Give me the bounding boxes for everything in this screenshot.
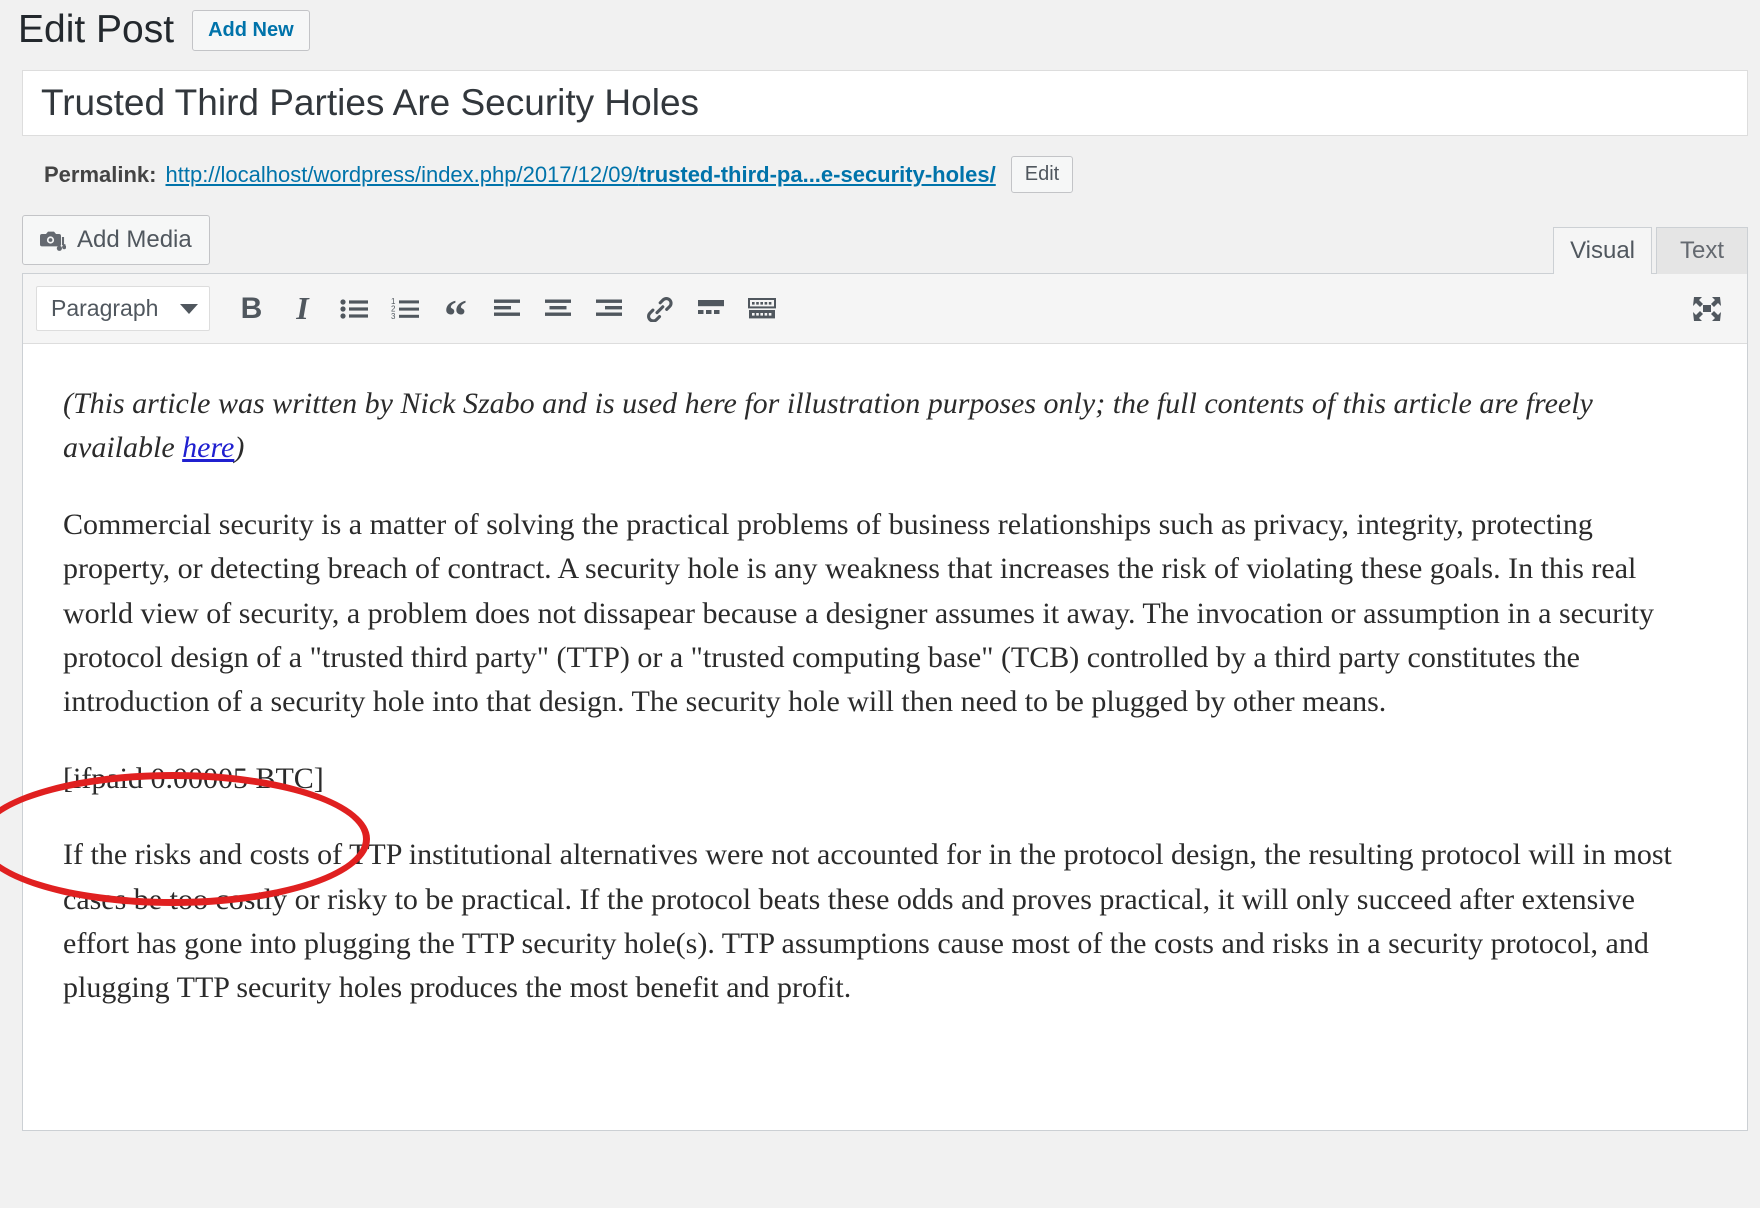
bulleted-list-icon <box>339 297 368 321</box>
page-title: Edit Post <box>18 7 175 51</box>
media-and-tabs-row: Add Media Visual Text <box>22 215 1748 274</box>
page-header: Edit Post Add New <box>0 0 1760 56</box>
align-right-button[interactable] <box>585 285 632 332</box>
permalink-label: Permalink: <box>44 161 157 187</box>
svg-text:3: 3 <box>391 312 396 321</box>
keyboard-toolbar-icon <box>747 297 776 321</box>
toolbar-toggle-button[interactable] <box>738 285 785 332</box>
shortcode-paragraph: [ifpaid 0.00005 BTC] <box>63 761 324 795</box>
add-new-button[interactable]: Add New <box>192 9 310 51</box>
tab-visual[interactable]: Visual <box>1553 227 1652 274</box>
here-link[interactable]: here <box>182 431 234 464</box>
align-left-icon <box>493 297 521 321</box>
read-more-button[interactable] <box>687 285 734 332</box>
post-editor: Paragraph B I 1 2 3 “ (This article was … <box>22 273 1748 1131</box>
post-title-wrapper <box>22 70 1748 136</box>
edit-permalink-button[interactable]: Edit <box>1010 156 1074 193</box>
add-media-label: Add Media <box>77 226 192 253</box>
media-camera-icon <box>40 228 66 252</box>
blockquote-button[interactable]: “ <box>432 278 479 339</box>
body-paragraph-1: Commercial security is a matter of solvi… <box>63 507 1654 719</box>
tab-text[interactable]: Text <box>1656 227 1748 274</box>
insert-link-button[interactable] <box>636 285 683 332</box>
italic-button[interactable]: I <box>279 285 326 332</box>
editor-toolbar: Paragraph B I 1 2 3 “ <box>23 274 1747 344</box>
paragraph-style-value: Paragraph <box>51 295 159 321</box>
post-title-input[interactable] <box>22 70 1748 136</box>
numbered-list-icon: 1 2 3 <box>391 297 419 321</box>
fullscreen-button[interactable] <box>1683 285 1730 332</box>
fullscreen-expand-icon <box>1691 294 1723 324</box>
body-paragraph-2: If the risks and costs of TTP institutio… <box>63 838 1672 1005</box>
align-left-button[interactable] <box>483 285 530 332</box>
editor-mode-tabs: Visual Text <box>1549 227 1748 274</box>
link-chain-icon <box>646 296 674 322</box>
permalink-row: Permalink: http://localhost/wordpress/in… <box>44 156 1760 193</box>
numbered-list-button[interactable]: 1 2 3 <box>381 285 428 332</box>
permalink-slug: trusted-third-pa...e-security-holes/ <box>638 161 996 187</box>
align-center-icon <box>544 297 572 321</box>
post-content-area[interactable]: (This article was written by Nick Szabo … <box>23 344 1747 1130</box>
permalink-base: http://localhost/wordpress/index.php/201… <box>165 161 639 187</box>
intro-text-before-link: (This article was written by Nick Szabo … <box>63 387 1593 465</box>
bold-button[interactable]: B <box>228 285 275 332</box>
align-center-button[interactable] <box>534 285 581 332</box>
chevron-down-icon <box>180 303 198 314</box>
align-right-icon <box>595 297 623 321</box>
bulleted-list-button[interactable] <box>330 285 377 332</box>
permalink-link[interactable]: http://localhost/wordpress/index.php/201… <box>166 162 996 188</box>
intro-text-after-link: ) <box>234 431 245 465</box>
paragraph-style-select[interactable]: Paragraph <box>36 286 210 331</box>
intro-paragraph: (This article was written by Nick Szabo … <box>63 382 1707 471</box>
read-more-icon <box>697 297 725 321</box>
add-media-button[interactable]: Add Media <box>22 215 210 265</box>
